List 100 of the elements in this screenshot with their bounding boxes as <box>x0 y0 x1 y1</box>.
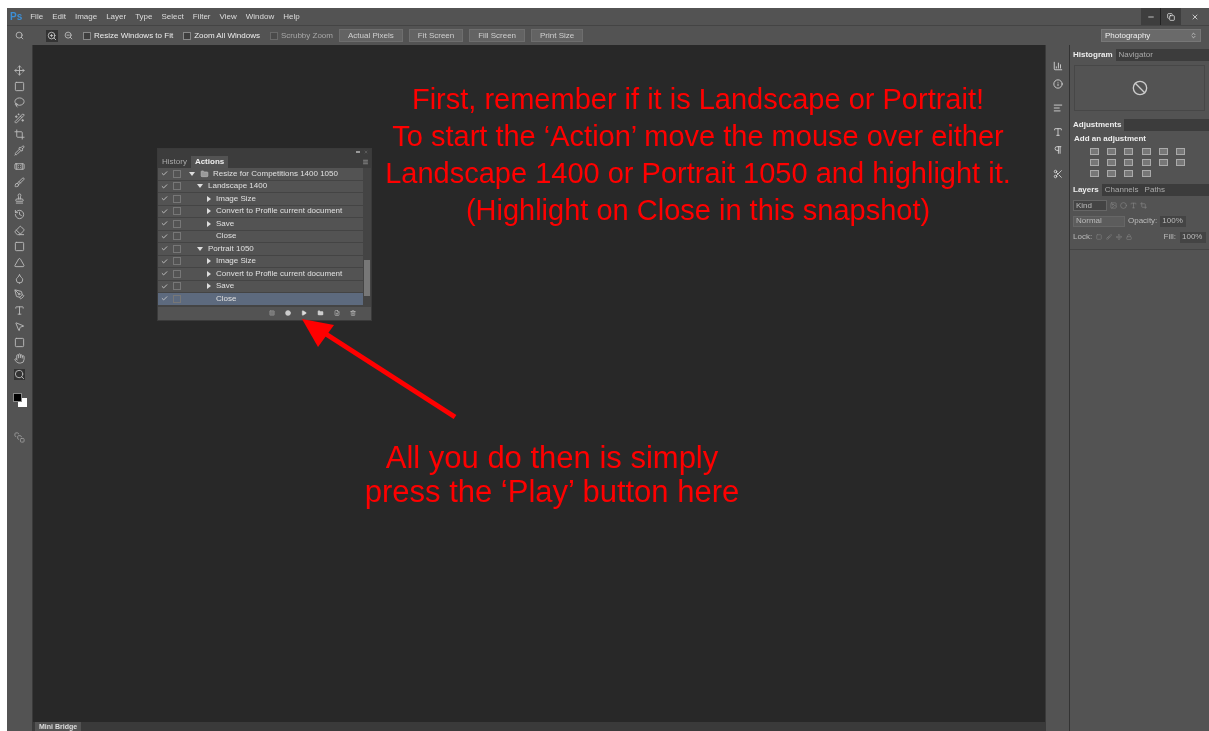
folder-icon[interactable] <box>317 310 324 316</box>
lock-icon[interactable] <box>1126 234 1133 240</box>
collapsed-triangle-icon[interactable] <box>207 283 211 290</box>
paragraph-icon[interactable] <box>1052 145 1063 155</box>
tool-icon[interactable] <box>14 337 25 348</box>
check-icon[interactable] <box>161 257 168 265</box>
tool-icon[interactable] <box>14 225 25 236</box>
check-icon[interactable] <box>161 295 168 303</box>
tool-icon[interactable] <box>14 369 25 380</box>
menu-item[interactable]: View <box>219 10 237 23</box>
panel-tab[interactable]: Channels <box>1101 184 1142 196</box>
panel-tab[interactable]: Navigator <box>1115 49 1156 61</box>
collapsed-triangle-icon[interactable] <box>207 270 211 277</box>
panel-tab[interactable]: Adjustments <box>1070 119 1125 131</box>
action-row[interactable]: Image Size <box>158 193 363 206</box>
collapsed-triangle-icon[interactable] <box>207 220 211 227</box>
menu-item[interactable]: Edit <box>52 10 66 23</box>
zoom-in-icon[interactable] <box>46 29 58 42</box>
tool-icon[interactable] <box>14 177 25 188</box>
tool-icon[interactable] <box>14 241 25 252</box>
menu-item[interactable]: Filter <box>192 10 211 23</box>
action-row[interactable]: Portrait 1050 <box>158 243 363 256</box>
character-icon[interactable] <box>1052 127 1063 137</box>
check-icon[interactable] <box>161 282 168 290</box>
blend-mode-dropdown[interactable]: Normal <box>1073 215 1125 227</box>
expanded-triangle-icon[interactable] <box>197 246 203 251</box>
tool-icon[interactable] <box>14 145 25 156</box>
expanded-triangle-icon[interactable] <box>197 184 203 189</box>
zoom-out-icon[interactable] <box>64 31 73 40</box>
menu-item[interactable]: Image <box>74 10 98 23</box>
check-icon[interactable] <box>161 270 168 278</box>
tool-icon[interactable] <box>14 209 25 220</box>
expanded-triangle-icon[interactable] <box>189 171 195 176</box>
tool-icon[interactable] <box>14 113 25 124</box>
tool-icon[interactable] <box>14 289 25 300</box>
toolbar-button[interactable]: Actual Pixels <box>338 29 403 42</box>
tool-icon[interactable] <box>14 97 25 108</box>
tool-icon[interactable] <box>14 321 25 332</box>
tool-icon[interactable] <box>14 81 25 92</box>
panel-tab[interactable]: Actions <box>190 156 229 168</box>
panel-tab[interactable]: History <box>158 156 191 168</box>
workspace-dropdown[interactable]: Photography <box>1101 29 1201 42</box>
action-row[interactable]: Close <box>158 293 363 306</box>
filter-kind-dropdown[interactable]: Kind <box>1073 200 1107 211</box>
check-icon[interactable] <box>161 245 168 253</box>
action-label: Image Size <box>216 257 257 266</box>
histogram-icon[interactable] <box>1052 61 1063 71</box>
tool-icon[interactable] <box>14 273 25 284</box>
info-icon[interactable] <box>1052 79 1063 89</box>
checkbox-label: Zoom All Windows <box>194 29 260 42</box>
stop-icon[interactable] <box>269 310 275 316</box>
panel-tab[interactable]: Histogram <box>1070 49 1116 61</box>
record-icon[interactable] <box>285 310 291 316</box>
panel-tab[interactable]: Paths <box>1141 184 1169 196</box>
toolbar-button[interactable]: Fill Screen <box>469 29 526 42</box>
checkbox[interactable] <box>183 31 192 40</box>
tool-icon[interactable] <box>14 305 25 316</box>
tool-icon[interactable] <box>14 353 25 364</box>
action-row[interactable]: Save <box>158 218 363 231</box>
shape-filter-icon[interactable] <box>1140 202 1147 209</box>
checkbox[interactable] <box>83 31 91 40</box>
check-icon[interactable] <box>161 207 168 215</box>
tool-icon[interactable] <box>14 257 25 268</box>
fill-field[interactable]: 100% <box>1180 231 1206 243</box>
menu-item[interactable]: Help <box>283 10 300 23</box>
play-icon[interactable] <box>301 310 307 316</box>
menu-item[interactable]: File <box>30 10 44 23</box>
menu-item[interactable]: Window <box>245 10 275 23</box>
menu-item[interactable]: Type <box>135 10 153 23</box>
zoom-tool-icon[interactable] <box>15 31 24 40</box>
action-row[interactable]: Convert to Profile current document <box>158 268 363 281</box>
tool-icon[interactable] <box>14 193 25 204</box>
trash-icon[interactable] <box>350 310 356 316</box>
check-icon[interactable] <box>161 195 168 203</box>
menu-item[interactable]: Select <box>161 10 184 23</box>
tool-icon[interactable] <box>14 161 25 172</box>
type-filter-icon[interactable] <box>1130 202 1137 209</box>
opacity-field[interactable]: 100% <box>1160 215 1187 227</box>
image-filter-icon[interactable] <box>1110 202 1117 209</box>
restore-button[interactable] <box>1161 8 1181 25</box>
toolbar-button[interactable]: Print Size <box>531 29 584 42</box>
panel-menu-icon[interactable] <box>362 159 369 165</box>
tool-icon[interactable] <box>14 129 25 140</box>
check-icon[interactable] <box>161 232 168 240</box>
lock-brush-icon[interactable] <box>1106 234 1113 240</box>
menu-item[interactable]: Layer <box>106 10 127 23</box>
new-action-icon[interactable] <box>334 310 340 316</box>
check-icon[interactable] <box>161 220 168 228</box>
collapsed-triangle-icon[interactable] <box>207 195 211 202</box>
check-icon[interactable] <box>161 170 168 178</box>
collapsed-triangle-icon[interactable] <box>207 208 211 215</box>
action-row[interactable]: Resize for Competitions 1400 1050 <box>158 168 363 181</box>
tool-icon[interactable] <box>14 65 25 76</box>
minimize-button[interactable] <box>1141 8 1161 25</box>
scrollbar[interactable] <box>363 168 371 306</box>
panel-tab[interactable]: Layers <box>1070 184 1102 196</box>
toolbar-button[interactable]: Fit Screen <box>408 29 464 42</box>
collapsed-triangle-icon[interactable] <box>207 258 211 265</box>
check-icon[interactable] <box>161 182 168 190</box>
color-swatches-icon[interactable] <box>12 393 27 407</box>
